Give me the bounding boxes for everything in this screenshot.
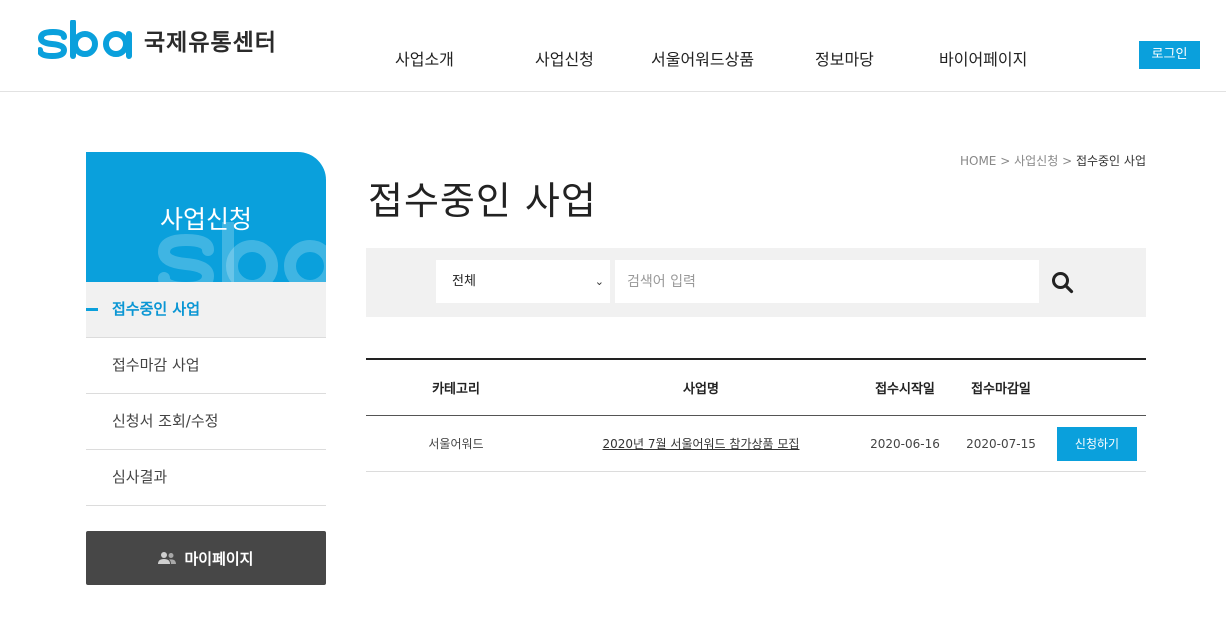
- mypage-button[interactable]: 마이페이지: [86, 531, 326, 585]
- header-start-date: 접수시작일: [875, 382, 935, 397]
- nav-item-seoul-award[interactable]: 서울어워드상품: [651, 46, 754, 70]
- breadcrumb-separator: >: [1058, 154, 1076, 168]
- table-row: 서울어워드 2020년 7월 서울어워드 참가상품 모집 2020-06-16 …: [366, 416, 1146, 472]
- category-select-value: 전체: [452, 274, 476, 289]
- nav-item-apply[interactable]: 사업신청: [535, 46, 594, 70]
- row-end-date: 2020-07-15: [966, 436, 1036, 451]
- search-panel: 전체 ⌄: [366, 248, 1146, 317]
- breadcrumb-home[interactable]: HOME: [960, 154, 996, 168]
- row-start-date: 2020-06-16: [870, 436, 940, 451]
- sidebar-menu: 접수중인 사업 접수마감 사업 신청서 조회/수정 심사결과: [86, 282, 326, 506]
- program-table: 카테고리 사업명 접수시작일 접수마감일 서울어워드 2020년 7월 서울어워…: [366, 358, 1146, 472]
- header-end-date: 접수마감일: [971, 382, 1031, 397]
- header-category: 카테고리: [432, 382, 480, 397]
- sidebar-item-closed-programs[interactable]: 접수마감 사업: [86, 338, 326, 394]
- table-header: 카테고리 사업명 접수시작일 접수마감일: [366, 360, 1146, 416]
- breadcrumb-separator: >: [996, 154, 1015, 168]
- logo-text: 국제유통센터: [144, 30, 277, 56]
- search-input[interactable]: [615, 260, 1039, 303]
- sidebar-item-application-lookup[interactable]: 신청서 조회/수정: [86, 394, 326, 450]
- row-category: 서울어워드: [428, 437, 484, 451]
- site-header: 국제유통센터 사업소개 사업신청 서울어워드상품 정보마당 바이어페이지 로그인: [0, 0, 1226, 92]
- sidebar-item-review-results[interactable]: 심사결과: [86, 450, 326, 506]
- breadcrumb: HOME > 사업신청 > 접수중인 사업: [960, 152, 1146, 169]
- logo[interactable]: 국제유통센터: [38, 14, 277, 66]
- category-select[interactable]: 전체 ⌄: [436, 260, 610, 303]
- row-title-link[interactable]: 2020년 7월 서울어워드 참가상품 모집: [603, 435, 800, 452]
- users-icon: [158, 552, 177, 564]
- chevron-down-icon: ⌄: [594, 275, 604, 288]
- nav-item-buyer[interactable]: 바이어페이지: [939, 46, 1027, 70]
- header-name: 사업명: [683, 382, 719, 397]
- sidebar-header: 사업신청: [86, 152, 326, 282]
- sidebar-item-open-programs[interactable]: 접수중인 사업: [86, 282, 326, 338]
- sba-logo-icon: [38, 20, 132, 60]
- breadcrumb-parent[interactable]: 사업신청: [1014, 154, 1058, 168]
- nav-item-info[interactable]: 정보마당: [815, 46, 874, 70]
- sidebar-title: 사업신청: [159, 205, 252, 234]
- nav-item-about[interactable]: 사업소개: [395, 46, 454, 70]
- breadcrumb-current: 접수중인 사업: [1075, 154, 1146, 168]
- search-icon[interactable]: [1050, 270, 1076, 296]
- mypage-label: 마이페이지: [184, 549, 254, 568]
- page-title: 접수중인 사업: [368, 179, 597, 223]
- login-button[interactable]: 로그인: [1139, 41, 1200, 69]
- apply-button[interactable]: 신청하기: [1057, 426, 1137, 461]
